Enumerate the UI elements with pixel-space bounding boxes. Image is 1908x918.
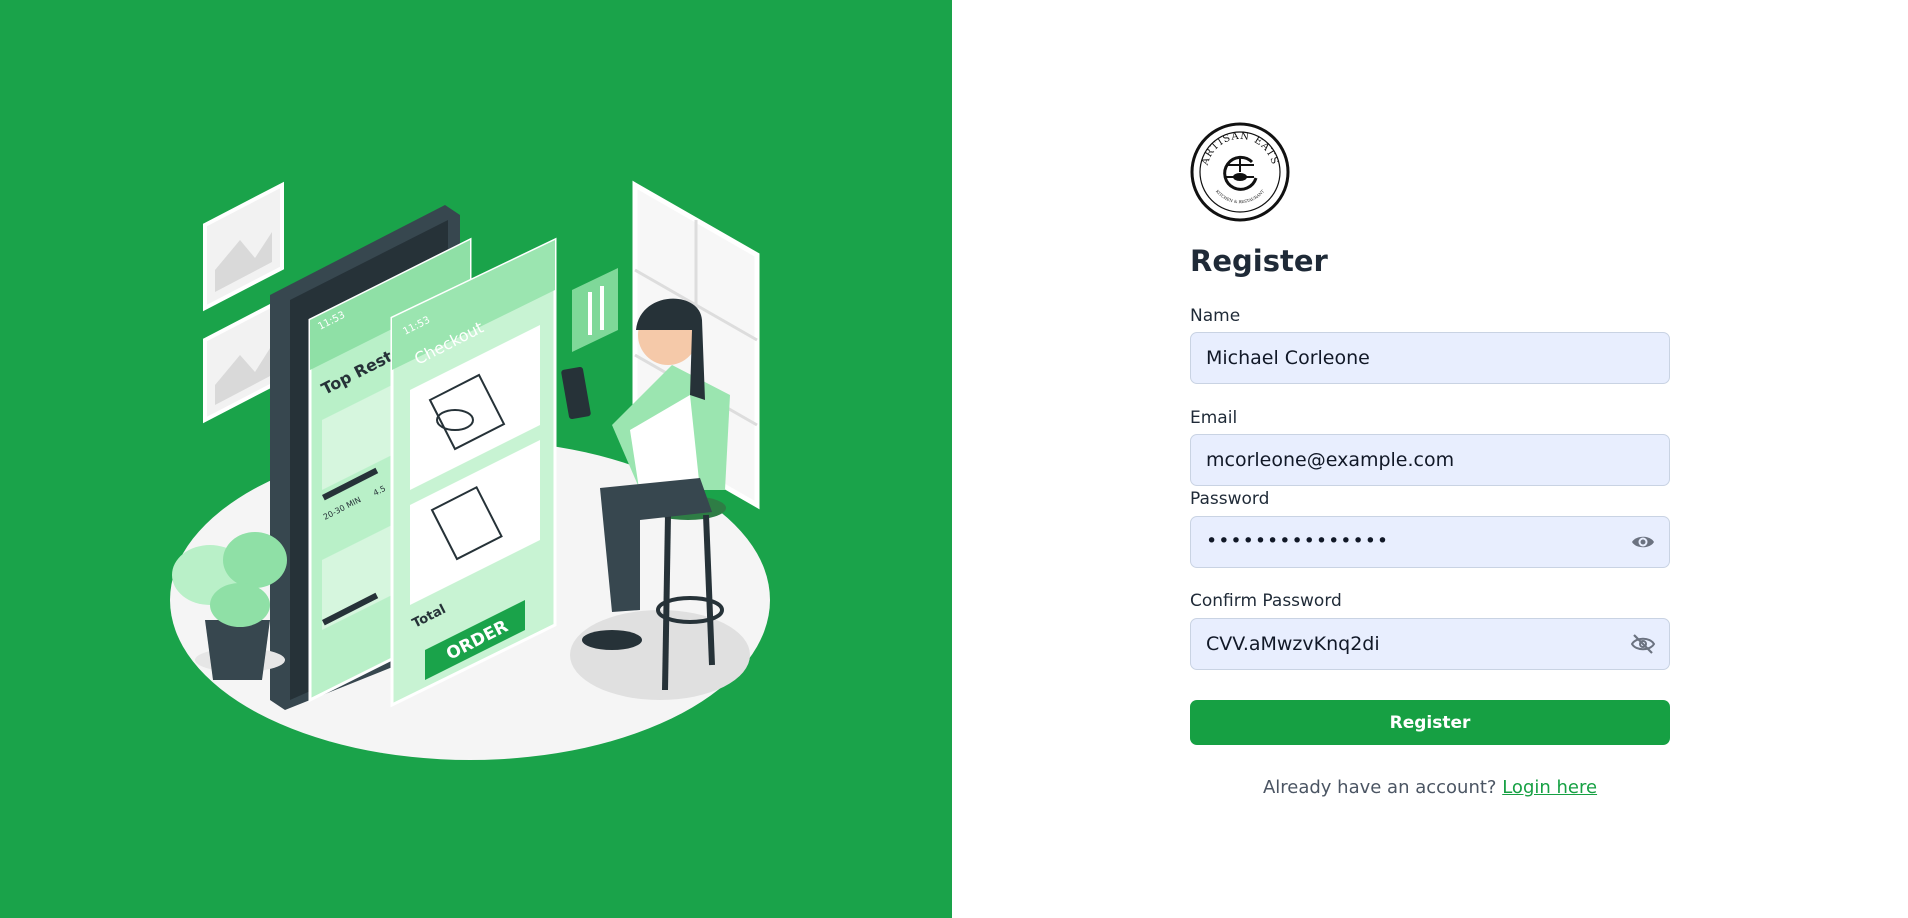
login-prompt-row: Already have an account? Login here (1190, 777, 1670, 798)
password-field[interactable]: ••••••••••••••• (1190, 516, 1670, 568)
email-field[interactable]: mcorleone@example.com (1190, 434, 1670, 486)
email-value: mcorleone@example.com (1206, 449, 1455, 471)
confirm-password-label: Confirm Password (1190, 591, 1342, 611)
illustration-panel: 11:53 Top Restaurants 20-30 MIN 4.5 11:5… (0, 0, 952, 918)
eye-icon[interactable] (1631, 532, 1655, 552)
food-app-illustration: 11:53 Top Restaurants 20-30 MIN 4.5 11:5… (170, 180, 770, 760)
confirm-password-field[interactable]: CVV.aMwzvKnq2di (1190, 618, 1670, 670)
email-label: Email (1190, 408, 1238, 428)
confirm-password-value: CVV.aMwzvKnq2di (1206, 633, 1380, 655)
name-label: Name (1190, 306, 1241, 326)
eye-off-icon[interactable] (1631, 634, 1655, 654)
login-prompt-text: Already have an account? (1262, 777, 1497, 798)
name-field[interactable]: Michael Corleone (1190, 332, 1670, 384)
password-value: ••••••••••••••• (1206, 530, 1390, 552)
register-button[interactable]: Register (1190, 700, 1670, 745)
page-title: Register (1190, 244, 1328, 278)
name-value: Michael Corleone (1206, 347, 1370, 369)
picture-frame-top (203, 181, 284, 312)
price-tag: $$$ (495, 393, 512, 403)
checkout-screen: 11:53 Checkout $$$ Total ORDER (390, 237, 557, 708)
password-label: Password (1190, 489, 1270, 509)
cutlery-bubble (572, 268, 618, 352)
register-panel: ARTISAN EATS KITCHEN & RESTAURANT Regist… (952, 0, 1908, 918)
login-link[interactable]: Login here (1502, 777, 1597, 798)
brand-logo: ARTISAN EATS KITCHEN & RESTAURANT (1190, 122, 1290, 222)
